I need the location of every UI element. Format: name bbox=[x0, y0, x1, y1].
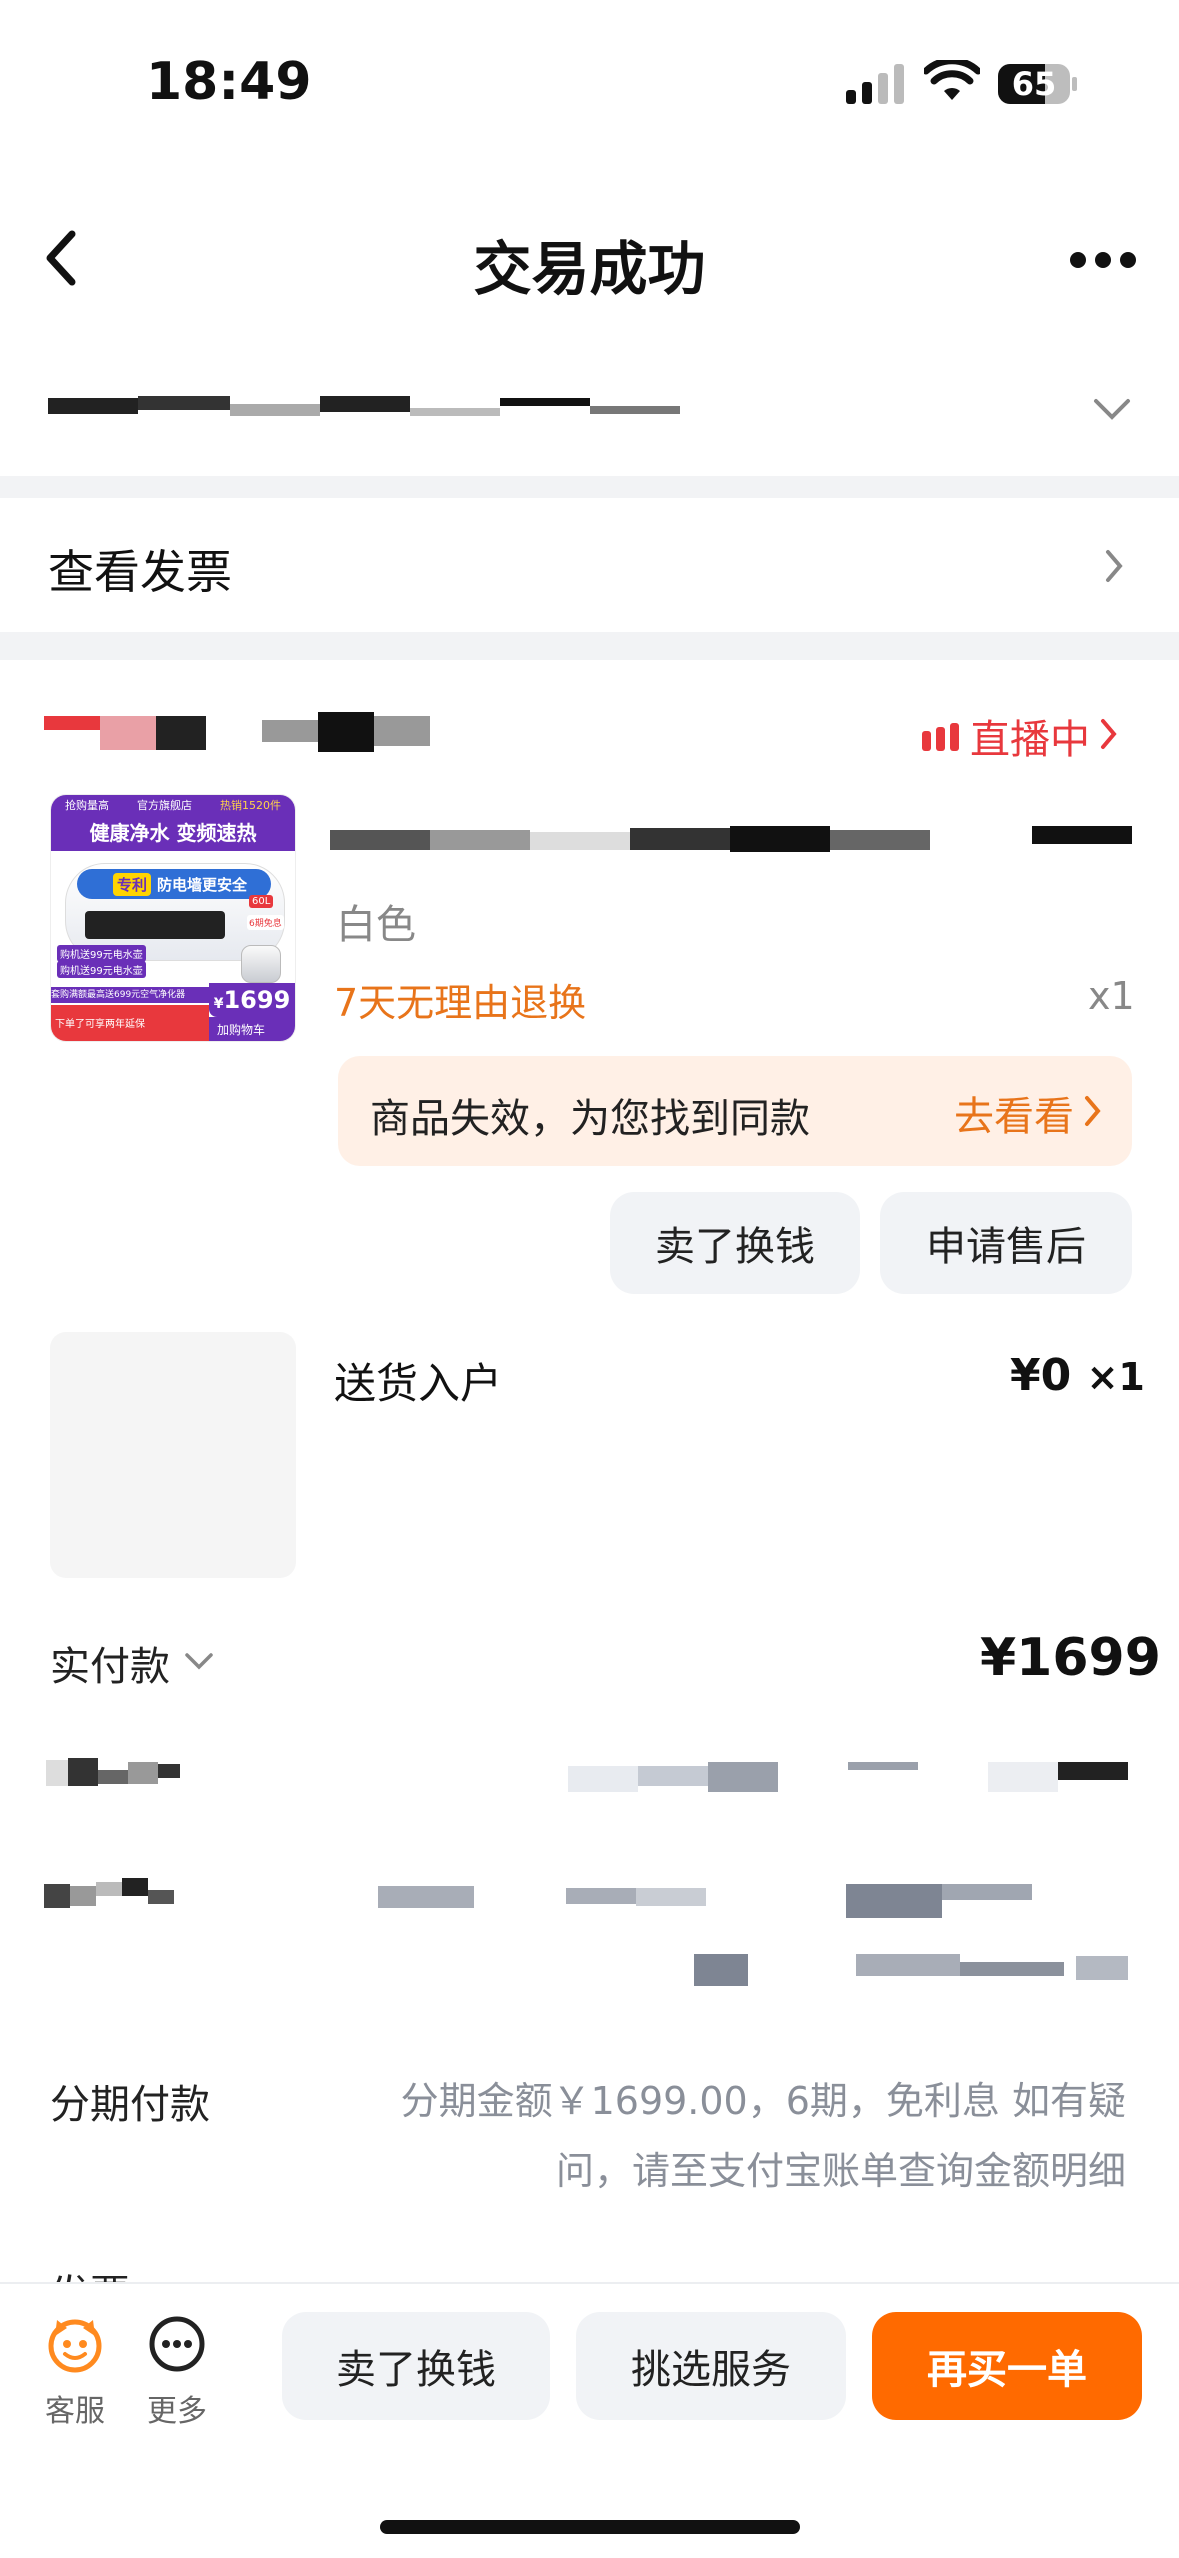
more-label: 更多 bbox=[147, 2394, 207, 2429]
address-row[interactable] bbox=[0, 360, 1179, 470]
kettle-shape bbox=[241, 945, 281, 983]
notice-text: 商品失效，为您找到同款 bbox=[370, 1096, 810, 1142]
thumb-mini: 60L bbox=[249, 895, 274, 908]
view-invoice-row[interactable]: 查看发票 bbox=[0, 498, 1179, 632]
thumb-mini: 下单了可享两年延保 bbox=[55, 1019, 145, 1030]
thumb-mini: 套购满额最高送699元空气净化器 bbox=[51, 987, 209, 1003]
installment-label: 分期付款 bbox=[50, 2082, 210, 2128]
product-title-redacted[interactable] bbox=[330, 822, 1132, 862]
sell-for-cash-bottom-button[interactable]: 卖了换钱 bbox=[282, 2312, 550, 2420]
more-icon bbox=[147, 2314, 207, 2374]
thumb-patent-desc: 防电墙更安全 bbox=[157, 875, 248, 894]
installment-line: 分期金额￥1699.00，6期，免利息 如有疑 bbox=[400, 2079, 1126, 2123]
thumb-tag: 热销1520件 bbox=[220, 799, 281, 812]
thumb-price-value: 1699 bbox=[223, 986, 291, 1014]
redacted-row bbox=[44, 1756, 1134, 1806]
status-time: 18:49 bbox=[146, 52, 312, 112]
redacted-row bbox=[44, 1876, 1134, 1996]
notice-link[interactable]: 去看看 bbox=[954, 1084, 1102, 1142]
page-title: 交易成功 bbox=[473, 235, 706, 303]
service-name: 送货入户 bbox=[334, 1359, 503, 1408]
thumb-mini: 6期免息 bbox=[247, 915, 284, 930]
customer-service-label: 客服 bbox=[45, 2394, 105, 2429]
home-indicator bbox=[380, 2520, 800, 2534]
chevron-right-icon bbox=[1104, 548, 1124, 588]
product-spec: 白色 bbox=[336, 902, 416, 948]
paid-label-row[interactable]: 实付款 bbox=[50, 1634, 214, 1692]
buy-again-button[interactable]: 再买一单 bbox=[872, 2312, 1142, 2420]
thumb-link: 加购物车 bbox=[217, 1023, 266, 1037]
battery-icon: 65 bbox=[998, 64, 1078, 104]
battery-level: 65 bbox=[1011, 65, 1057, 103]
installment-value: 分期金额￥1699.00，6期，免利息 如有疑 问，请至支付宝账单查询金额明细 bbox=[300, 2066, 1126, 2206]
more-button[interactable]: 更多 bbox=[142, 2314, 212, 2429]
thumb-mini: 购机送99元电水壶 bbox=[57, 961, 146, 978]
thumb-tag: 官方旗舰店 bbox=[137, 799, 192, 812]
service-qty: ×1 bbox=[1086, 1355, 1145, 1399]
thumb-price: ¥1699 bbox=[209, 983, 295, 1017]
signal-icon bbox=[846, 64, 906, 104]
chevron-down-icon bbox=[184, 1651, 214, 1675]
section-divider bbox=[0, 476, 1179, 498]
sell-for-cash-button[interactable]: 卖了换钱 bbox=[610, 1192, 860, 1294]
return-policy: 7天无理由退换 bbox=[334, 981, 587, 1025]
bottom-action-bar: 客服 更多 卖了换钱 挑选服务 再买一单 bbox=[0, 2282, 1179, 2558]
chevron-right-icon bbox=[1084, 1095, 1102, 1131]
customer-service-icon bbox=[45, 2314, 105, 2374]
live-badge[interactable]: 直播中 bbox=[922, 708, 1118, 764]
live-bars-icon bbox=[922, 721, 964, 751]
shop-name-redacted[interactable] bbox=[44, 712, 434, 754]
installment-line: 问，请至支付宝账单查询金额明细 bbox=[555, 2149, 1126, 2193]
service-price: ¥0 ×1 bbox=[1010, 1350, 1145, 1401]
chevron-right-icon bbox=[1100, 718, 1118, 754]
after-sale-button[interactable]: 申请售后 bbox=[880, 1192, 1132, 1294]
thumb-tag: 抢购量高 bbox=[65, 799, 109, 812]
thumb-headline: 健康净水 变频速热 bbox=[89, 821, 257, 845]
chevron-down-icon[interactable] bbox=[1092, 396, 1132, 426]
more-options-button[interactable] bbox=[1068, 248, 1138, 272]
product-image[interactable]: 抢购量高 官方旗舰店 热销1520件 健康净水 变频速热 专利 防电墙更安全 6… bbox=[50, 794, 296, 1042]
product-qty: x1 bbox=[1088, 974, 1135, 1018]
service-price-value: ¥0 bbox=[1010, 1350, 1072, 1401]
paid-label: 实付款 bbox=[50, 1644, 170, 1690]
thumb-patent: 专利 bbox=[113, 872, 152, 896]
redacted-address bbox=[48, 386, 788, 426]
customer-service-button[interactable]: 客服 bbox=[40, 2314, 110, 2429]
invalid-product-notice[interactable]: 商品失效，为您找到同款 去看看 bbox=[338, 1056, 1132, 1166]
section-divider bbox=[0, 632, 1179, 660]
thumb-mini: 购机送99元电水壶 bbox=[57, 945, 146, 962]
choose-service-button[interactable]: 挑选服务 bbox=[576, 2312, 846, 2420]
service-image bbox=[50, 1332, 296, 1578]
view-invoice-label: 查看发票 bbox=[48, 545, 232, 599]
paid-amount: ¥1699 bbox=[980, 1628, 1161, 1688]
live-label: 直播中 bbox=[970, 717, 1090, 763]
wifi-icon bbox=[922, 57, 982, 104]
notice-link-label: 去看看 bbox=[954, 1094, 1074, 1140]
